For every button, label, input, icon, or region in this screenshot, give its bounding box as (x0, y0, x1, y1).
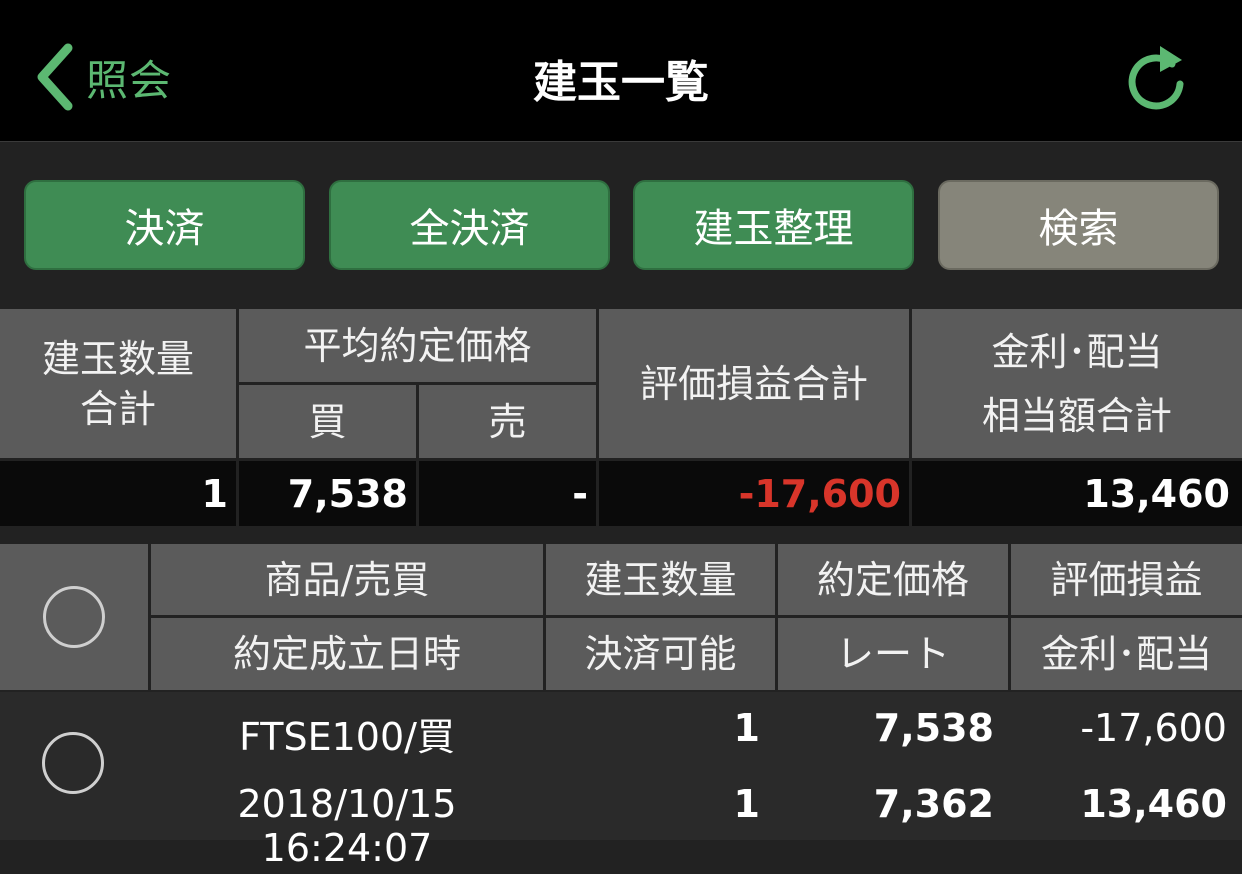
quantity-total-header-line2: 合計 (79, 386, 156, 431)
settle-all-button[interactable]: 全決済 (329, 180, 610, 270)
interest-total-header-line1: 金利･配当 (991, 329, 1163, 374)
row-rate: 7,362 (873, 782, 994, 826)
summary-interest-value: 13,460 (912, 461, 1242, 526)
row-pl: -17,600 (1080, 706, 1227, 750)
summary-buy-value: 7,538 (239, 461, 416, 526)
summary-pl-value: -17,600 (599, 461, 909, 526)
quantity-total-header-line1: 建玉数量 (41, 336, 194, 381)
nav-bar: 照会 建玉一覧 (0, 0, 1242, 142)
settle-button[interactable]: 決済 (24, 180, 305, 270)
product-header: 商品/売買 (151, 544, 543, 615)
table-row[interactable]: FTSE100/買 2018/10/15 16:24:07 1 1 7,538 … (0, 692, 1242, 870)
date-header: 約定成立日時 (151, 618, 543, 690)
page-title: 建玉一覧 (533, 57, 709, 108)
row-date: 2018/10/15 16:24:07 (237, 782, 457, 870)
quantity-total-header: 建玉数量 合計 (0, 309, 236, 458)
interest-header: 金利･配当 (1011, 618, 1242, 690)
action-bar: 決済 全決済 建玉整理 検索 (0, 143, 1242, 307)
quantity-header: 建玉数量 (546, 544, 775, 615)
interest-total-header-line2: 相当額合計 (981, 393, 1172, 438)
buy-header: 買 (239, 385, 416, 458)
search-button[interactable]: 検索 (938, 180, 1219, 270)
row-product: FTSE100/買 (239, 715, 455, 759)
select-all-radio[interactable] (43, 586, 105, 648)
row-interest: 13,460 (1080, 782, 1227, 826)
avg-price-header: 平均約定価格 (239, 309, 596, 382)
organize-positions-button[interactable]: 建玉整理 (633, 180, 914, 270)
interest-total-header: 金利･配当 相当額合計 (912, 309, 1242, 458)
pl-total-header: 評価損益合計 (599, 309, 909, 458)
row-price: 7,538 (873, 706, 994, 750)
pl-header: 評価損益 (1011, 544, 1242, 615)
select-all-cell (0, 544, 148, 690)
row-closable: 1 (733, 782, 760, 826)
closable-header: 決済可能 (546, 618, 775, 690)
rate-header: レート (778, 618, 1008, 690)
refresh-icon[interactable] (1120, 40, 1192, 112)
row-select-radio[interactable] (42, 732, 104, 794)
price-header: 約定価格 (778, 544, 1008, 615)
sell-header: 売 (419, 385, 596, 458)
row-quantity: 1 (733, 706, 760, 750)
summary-quantity-value: 1 (0, 461, 236, 526)
summary-sell-value: - (419, 461, 596, 526)
